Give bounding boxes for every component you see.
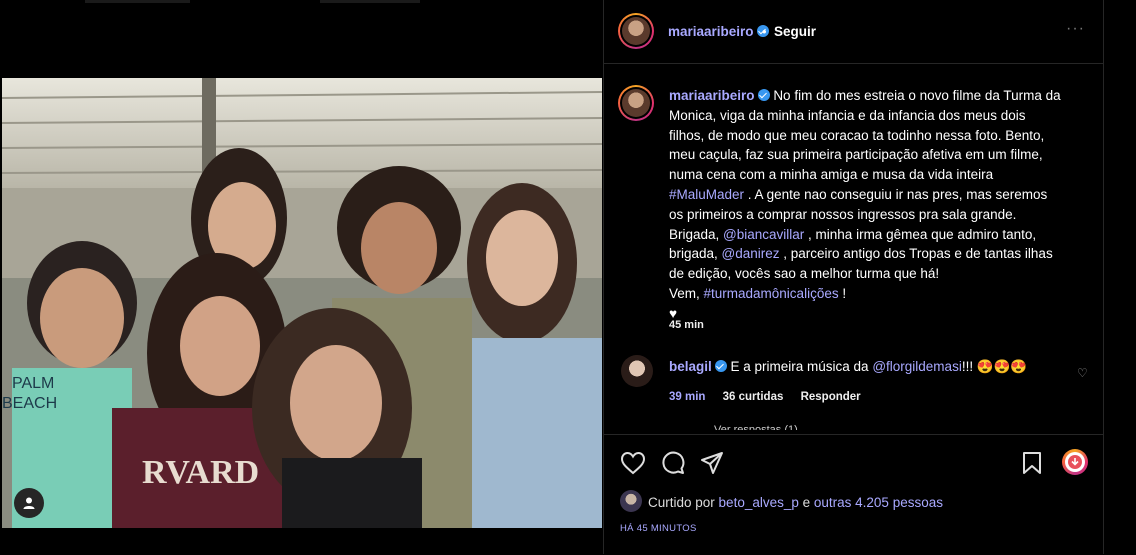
post-photo[interactable]: RVARD PALM BEACH xyxy=(2,78,602,528)
comment-icon[interactable] xyxy=(660,451,686,475)
comment-text: !!! 😍😍😍 xyxy=(961,359,1028,374)
top-bar-segment xyxy=(85,0,190,3)
other-likers-link[interactable]: outras 4.205 pessoas xyxy=(814,495,943,510)
avatar[interactable] xyxy=(618,13,654,49)
post-header: mariaaribeiro • Seguir ··· xyxy=(604,0,1103,64)
comment-like-icon[interactable]: ♡ xyxy=(1077,366,1088,380)
post-actions: Curtido por beto_alves_p e outras 4.205 … xyxy=(604,434,1103,555)
photo-illustration: RVARD PALM BEACH xyxy=(2,78,602,528)
hashtag-link[interactable]: #MaluMader xyxy=(669,187,744,202)
comment-text: E a primeira música da xyxy=(726,359,873,374)
top-bar-segment xyxy=(320,0,420,3)
post-caption: mariaaribeiro No fim do mes estreia o no… xyxy=(669,86,1064,324)
svg-text:RVARD: RVARD xyxy=(142,454,259,491)
verified-badge-icon xyxy=(714,360,727,372)
share-icon[interactable] xyxy=(700,451,724,475)
caption-text: Vem, xyxy=(669,285,704,301)
username-text[interactable]: mariaaribeiro xyxy=(668,24,754,39)
reply-button[interactable]: Responder xyxy=(801,391,861,403)
tagged-users-button[interactable] xyxy=(14,488,44,518)
liked-by-line: Curtido por beto_alves_p e outras 4.205 … xyxy=(648,495,943,510)
caption-avatar[interactable] xyxy=(618,85,654,121)
caption-time[interactable]: 45 min xyxy=(669,319,704,331)
comment-meta: 39 min 36 curtidas Responder xyxy=(669,391,875,403)
comment: belagil E a primeira música da @florgild… xyxy=(669,358,1049,376)
svg-text:BEACH: BEACH xyxy=(2,395,57,412)
liked-by-text: e xyxy=(798,495,814,510)
caption-username[interactable]: mariaaribeiro xyxy=(669,88,770,103)
comment-likes[interactable]: 36 curtidas xyxy=(723,391,784,403)
save-bookmark-icon[interactable] xyxy=(1022,451,1042,475)
liked-by-text: Curtido por xyxy=(648,495,719,510)
comment-time[interactable]: 39 min xyxy=(669,391,705,403)
hashtag-link[interactable]: #turmadamônicalições xyxy=(704,286,839,301)
post-side-panel: mariaaribeiro • Seguir ··· mariaaribeiro… xyxy=(603,0,1104,554)
user-icon xyxy=(23,497,35,509)
like-heart-icon[interactable] xyxy=(620,451,646,475)
mention-link[interactable]: @florgildemasi xyxy=(872,359,961,374)
liker-username[interactable]: beto_alves_p xyxy=(719,495,799,510)
caption-text: ! xyxy=(838,285,847,301)
separator-dot: • xyxy=(762,24,767,39)
comment-username[interactable]: belagil xyxy=(669,359,727,374)
mention-link[interactable]: @danirez xyxy=(722,246,780,261)
verified-badge-icon xyxy=(757,89,770,101)
header-username[interactable]: mariaaribeiro xyxy=(668,24,769,39)
top-bar xyxy=(0,0,603,38)
liker-avatar[interactable] xyxy=(620,490,642,512)
view-replies-link[interactable]: Ver respostas (1) xyxy=(714,424,798,430)
follow-button[interactable]: Seguir xyxy=(774,24,816,39)
svg-text:PALM: PALM xyxy=(12,375,54,392)
mention-link[interactable]: @biancavillar xyxy=(723,227,804,242)
comment-avatar[interactable] xyxy=(621,355,653,387)
more-options-icon[interactable]: ··· xyxy=(1066,20,1085,38)
download-extension-icon[interactable] xyxy=(1062,449,1088,475)
post-timestamp[interactable]: HÁ 45 MINUTOS xyxy=(620,523,697,534)
